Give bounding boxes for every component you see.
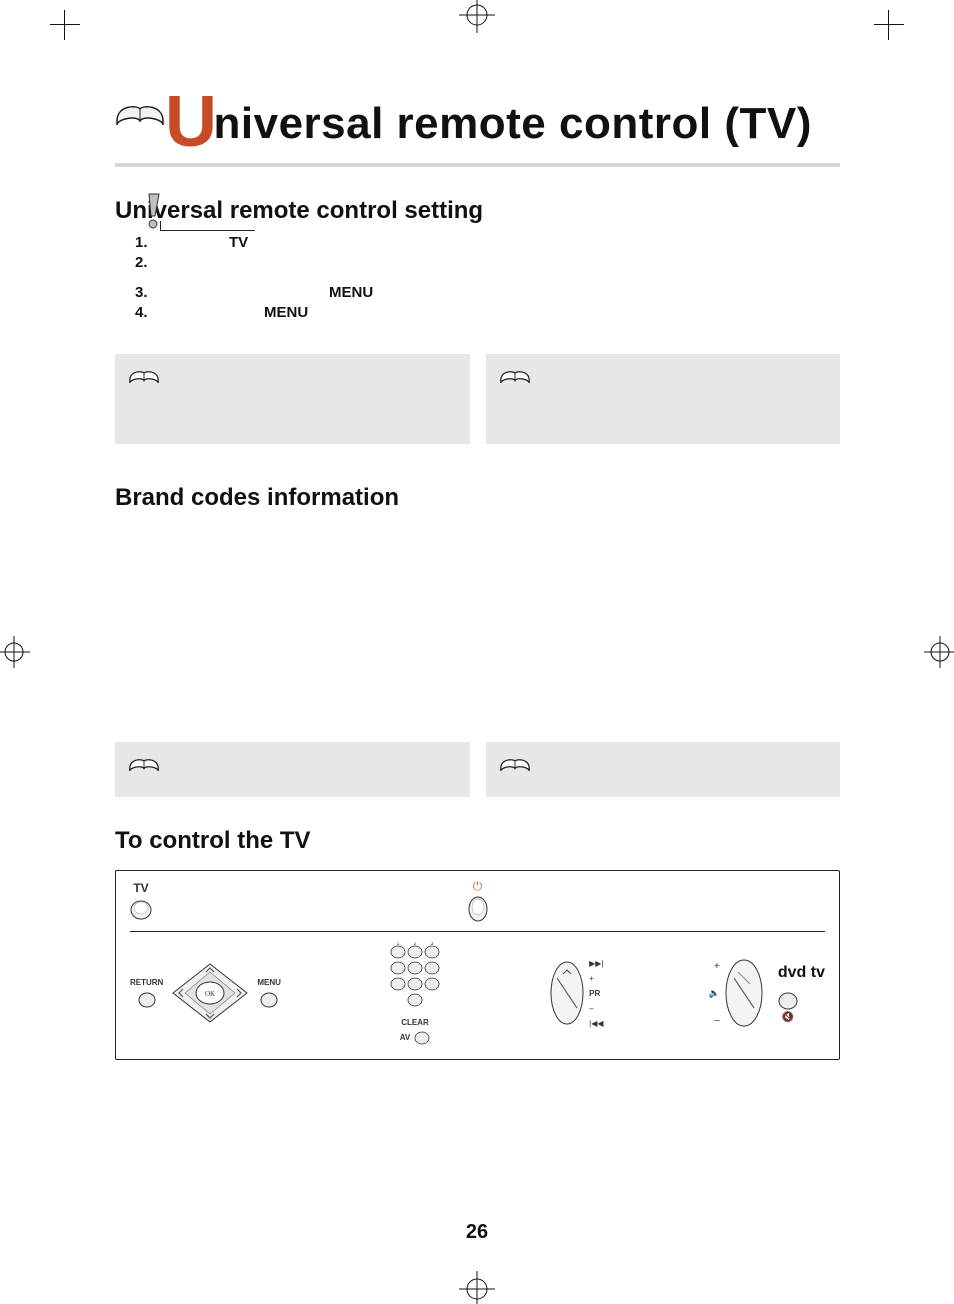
note-box-right <box>486 354 841 444</box>
section-heading-control: To control the TV <box>115 827 840 855</box>
tv-mode-button-icon <box>130 899 152 921</box>
keypad-cluster: 1 2 3 CLEAR AV <box>386 942 444 1045</box>
av-clear-button-icon <box>414 1031 430 1045</box>
note-box-right <box>486 742 841 797</box>
pr-rocker-icon <box>549 960 585 1026</box>
remote-top-row: TV ⏻ <box>130 881 825 932</box>
pr-label: PR <box>589 989 600 998</box>
page-title-row: Universal remote control (TV) <box>115 85 840 167</box>
return-label: RETURN <box>130 978 163 987</box>
step-bold: TV <box>229 233 248 253</box>
svg-text:3: 3 <box>431 942 434 947</box>
note-pair-2 <box>115 742 840 797</box>
volume-rocker-icon <box>724 958 764 1028</box>
mode-dvd-tv-label: dvd tv <box>778 964 825 982</box>
power-icon: ⏻ <box>473 879 483 894</box>
page-title: Universal remote control (TV) <box>165 85 840 161</box>
power-button-cluster: ⏻ <box>468 879 488 922</box>
nav-pad-cluster: RETURN OK <box>130 962 281 1024</box>
number-keypad-icon: 1 2 3 <box>386 942 444 1014</box>
note-pair-1 <box>115 354 840 444</box>
return-button-cluster: RETURN <box>130 978 163 1009</box>
remote-body-row: RETURN OK <box>130 942 825 1045</box>
step-number: 3. <box>135 283 155 303</box>
speaker-icon: 🔈 <box>709 988 720 999</box>
step-4: 4. MENU <box>135 303 840 323</box>
section-heading-brand: Brand codes information <box>115 484 840 512</box>
skip-back-icon: |◀◀ <box>589 1019 603 1028</box>
menu-button-cluster: MENU <box>257 978 281 1009</box>
ok-label: OK <box>205 990 215 998</box>
book-icon <box>498 750 532 781</box>
return-button-icon <box>138 991 156 1009</box>
menu-button-icon <box>260 991 278 1009</box>
mute-button-icon <box>778 992 798 1010</box>
registration-mark-bottom-icon <box>457 1269 497 1304</box>
title-rest: niversal remote control (TV) <box>214 99 812 148</box>
skip-fwd-icon: ▶▶| <box>589 959 603 968</box>
page-number: 26 <box>0 1221 954 1244</box>
pr-rocker-cluster: ▶▶| + PR – |◀◀ <box>549 959 603 1028</box>
nav-pad-icon: OK <box>169 962 251 1024</box>
mode-cluster: dvd tv 🔇 <box>778 964 825 1023</box>
volume-rocker-cluster: + 🔈 – <box>709 958 764 1028</box>
book-icon <box>113 91 167 138</box>
step-1: 1. TV <box>135 233 840 253</box>
book-icon <box>127 362 161 393</box>
content-area: Universal remote control (TV) Universal … <box>115 85 840 1060</box>
crop-mark-top-left-icon <box>50 10 80 40</box>
step-number: 4. <box>135 303 155 323</box>
section-heading-setting: Universal remote control setting <box>115 197 840 225</box>
tv-mode-button-cluster: TV <box>130 881 152 921</box>
svg-text:1: 1 <box>397 942 400 947</box>
minus-label: – <box>589 1004 593 1013</box>
title-dropcap: U <box>165 82 218 162</box>
minus-label: – <box>714 1015 720 1026</box>
remote-diagram: TV ⏻ <box>115 870 840 1060</box>
registration-mark-right-icon <box>922 634 954 670</box>
av-label: AV <box>400 1033 411 1042</box>
book-icon <box>127 750 161 781</box>
mute-icon: 🔇 <box>782 1012 794 1023</box>
registration-mark-top-icon <box>457 0 497 35</box>
book-icon <box>498 362 532 393</box>
step-bold: MENU <box>264 303 308 323</box>
menu-label: MENU <box>257 978 281 987</box>
crop-mark-top-right-icon <box>874 10 904 40</box>
setting-steps: 1. TV 2. 3. MENU 4. MENU <box>135 233 840 324</box>
plus-label: + <box>589 974 594 983</box>
note-box-left <box>115 354 470 444</box>
clear-label: CLEAR <box>401 1018 429 1027</box>
plus-label: + <box>714 961 720 972</box>
tv-label: TV <box>133 881 148 895</box>
svg-text:2: 2 <box>414 942 417 947</box>
step-2: 2. <box>135 253 840 273</box>
step-bold: MENU <box>329 283 373 303</box>
manual-page: Universal remote control (TV) Universal … <box>0 0 954 1304</box>
registration-mark-left-icon <box>0 634 32 670</box>
power-button-icon <box>468 896 488 922</box>
step-number: 2. <box>135 253 155 273</box>
attention-underline <box>160 230 255 231</box>
note-box-left <box>115 742 470 797</box>
step-3: 3. MENU <box>135 283 840 303</box>
